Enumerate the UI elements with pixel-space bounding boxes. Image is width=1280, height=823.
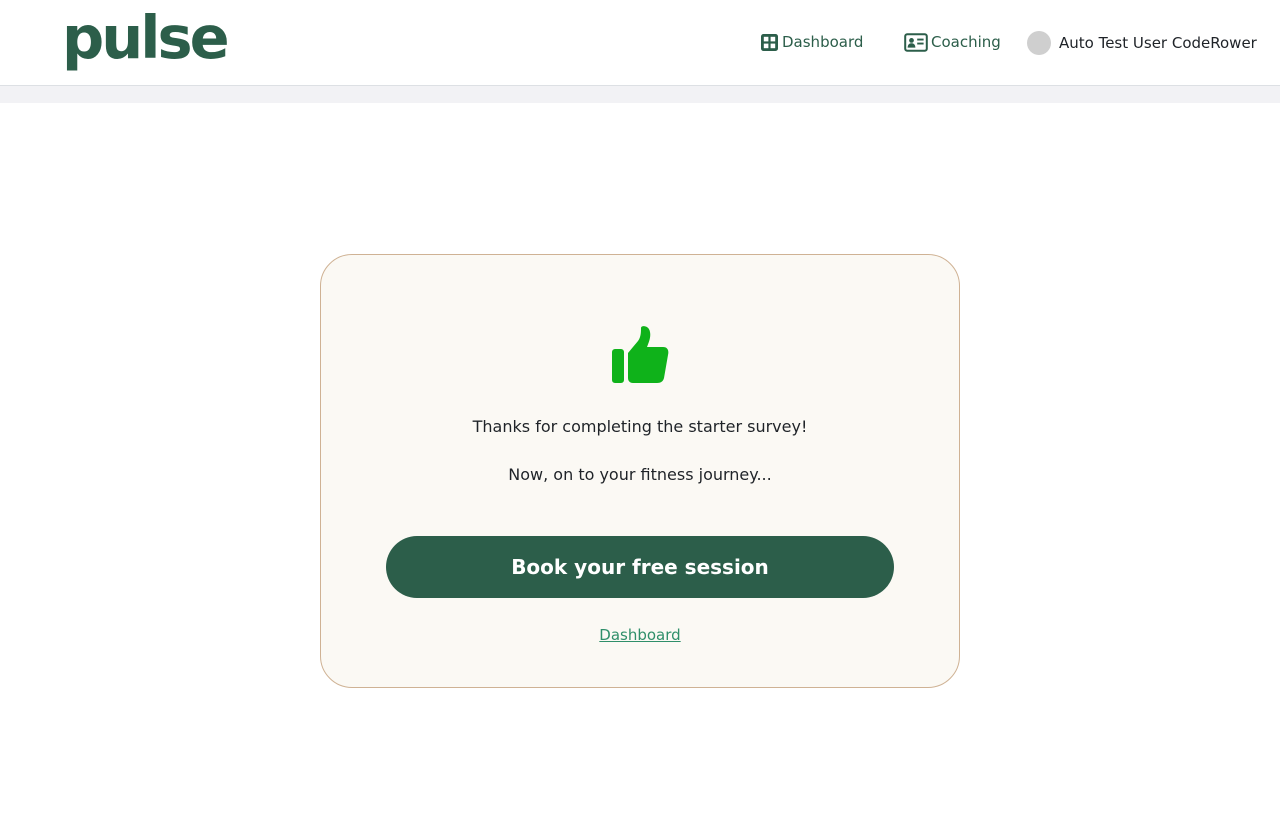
header-subbar: [0, 86, 1280, 103]
user-menu[interactable]: Auto Test User CodeRower: [1027, 31, 1257, 55]
pulse-logo[interactable]: pulse: [62, 2, 230, 74]
id-card-icon: [904, 32, 928, 52]
journey-message: Now, on to your fitness journey...: [508, 465, 772, 484]
nav-coaching-link[interactable]: Coaching: [904, 31, 1001, 53]
thumbs-up-icon: [612, 326, 669, 383]
user-name: Auto Test User CodeRower: [1059, 34, 1257, 52]
nav-coaching-label: Coaching: [931, 33, 1001, 51]
survey-complete-card: Thanks for completing the starter survey…: [320, 254, 960, 688]
avatar: [1027, 31, 1051, 55]
book-free-session-button[interactable]: Book your free session: [386, 536, 894, 598]
nav-dashboard-label: Dashboard: [782, 33, 864, 51]
dashboard-link-container: Dashboard: [321, 626, 959, 644]
dashboard-link[interactable]: Dashboard: [599, 626, 680, 644]
grid-icon: [760, 33, 779, 52]
completion-message: Thanks for completing the starter survey…: [472, 417, 808, 436]
nav-dashboard-link[interactable]: Dashboard: [760, 31, 863, 53]
top-header: pulse Dashboard Coaching Auto Test User …: [0, 0, 1280, 86]
